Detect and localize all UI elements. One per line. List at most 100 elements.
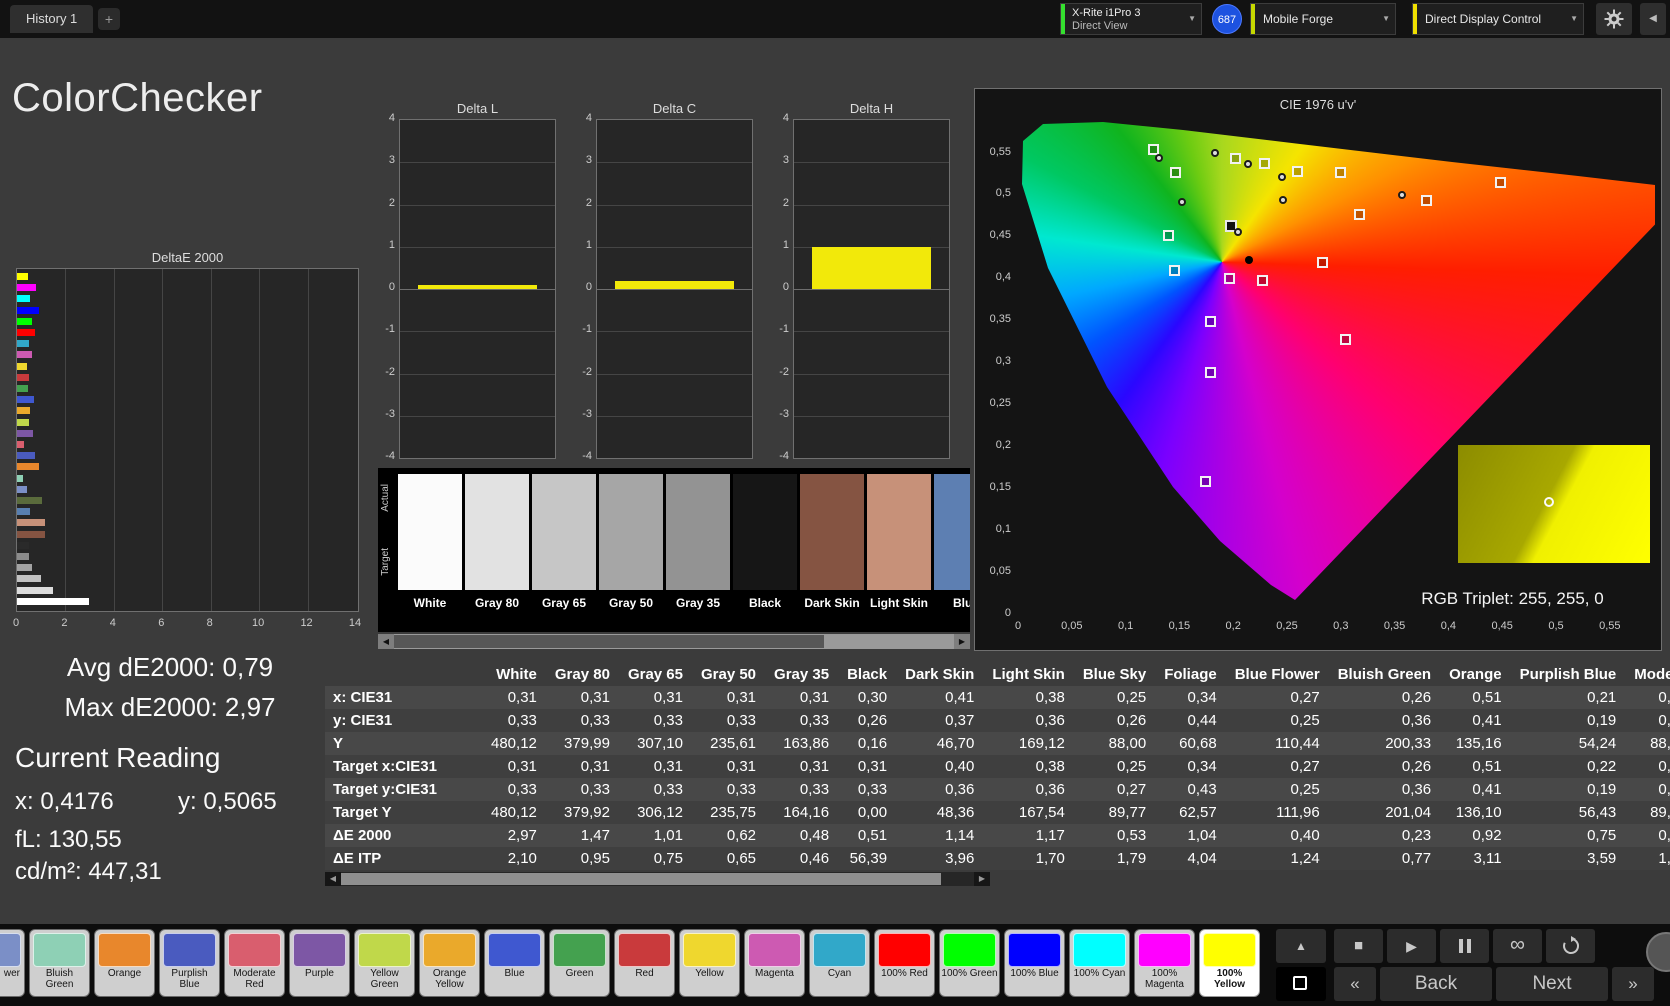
measurement-count-badge[interactable]: 687: [1212, 4, 1242, 34]
patch-tile-red[interactable]: Red: [614, 929, 675, 997]
table-cell: 0,31: [653, 689, 683, 706]
patch-tile-100-red[interactable]: 100% Red: [874, 929, 935, 997]
axis-tick-label: 0,3: [995, 355, 1011, 368]
cie-measured-marker: [1245, 256, 1253, 264]
scrollbar-thumb[interactable]: [341, 873, 941, 885]
patch-tile-green[interactable]: Green: [549, 929, 610, 997]
scrollbar-thumb[interactable]: [394, 635, 824, 648]
table-scrollbar[interactable]: ◀ ▶: [325, 872, 990, 886]
de2000-bar: [17, 564, 32, 572]
gridline: [113, 269, 115, 611]
table-cell: 0,19: [1587, 712, 1617, 729]
zero-line: [400, 289, 555, 290]
patch-tile-orange-yellow[interactable]: Orange Yellow: [419, 929, 480, 997]
scroll-left-button[interactable]: ◀: [325, 872, 341, 886]
table-cell: 0,31: [507, 758, 537, 775]
table-cell: 0,30: [1658, 827, 1670, 844]
cie-measured-marker: [1211, 149, 1219, 157]
table-column-header: Bluish Green: [1337, 665, 1432, 683]
patch-label: 100% Red: [881, 968, 928, 979]
next-button[interactable]: Next: [1496, 967, 1608, 1001]
patch-tile-100-green[interactable]: 100% Green: [939, 929, 1000, 997]
play-button[interactable]: ▶: [1387, 929, 1436, 963]
cie-xaxis: 0 0,05 0,1 0,15 0,2 0,25 0,3 0,35 0,4 0,45 0,5 0,55: [975, 620, 1661, 636]
axis-tick-label: 0,2: [995, 439, 1011, 452]
table-cell: 1,47: [580, 827, 610, 844]
refresh-button[interactable]: [1546, 929, 1595, 963]
axis-tick-label: 0,25: [1276, 620, 1298, 632]
table-row: x: CIE31 0,31 0,31 0,31 0,31 0,31 0,30 0,41 0,38…: [325, 686, 1670, 709]
axis-tick-label: 0,4: [1440, 620, 1457, 632]
table-column-header: White: [496, 665, 537, 683]
dial-button[interactable]: [1646, 932, 1670, 972]
swatch-scrollbar[interactable]: ◀ ▶: [378, 634, 970, 649]
stop-button[interactable]: ■: [1334, 929, 1383, 963]
collapse-panel-button[interactable]: ◀: [1640, 3, 1666, 35]
de2000-chart-title: DeltaE 2000: [151, 250, 224, 265]
add-tab-button[interactable]: +: [98, 8, 120, 30]
table-cell: 1,04: [1187, 827, 1217, 844]
table-cell: 2,10: [507, 850, 537, 867]
scroll-right-button[interactable]: ▶: [954, 634, 970, 649]
de2000-xaxis: 0 2 4 6 8 10 12 14: [13, 617, 361, 631]
rgb-triplet-label: RGB Triplet: 255, 255, 0: [1421, 589, 1604, 608]
patch-tile-100-cyan[interactable]: 100% Cyan: [1069, 929, 1130, 997]
patch-tile-yellow-green[interactable]: Yellow Green: [354, 929, 415, 997]
expand-patch-list-button[interactable]: ▲: [1276, 929, 1326, 963]
table-cell: 0,92: [1472, 827, 1502, 844]
scroll-left-button[interactable]: ◀: [378, 634, 394, 649]
table-cell: 0,51: [857, 827, 888, 844]
meter-selector[interactable]: X-Rite i1Pro 3 Direct View ▼: [1060, 3, 1202, 35]
window-pattern-button[interactable]: [1276, 967, 1326, 1001]
patch-tile-bluish-green[interactable]: Bluish Green: [29, 929, 90, 997]
chart-plot: [596, 119, 753, 459]
table-cell: 200,33: [1385, 735, 1432, 752]
delta-bar: [812, 246, 931, 289]
patch-tile-magenta[interactable]: Magenta: [744, 929, 805, 997]
chart-title: Delta L: [456, 101, 499, 116]
meter-mode: Direct View: [1072, 20, 1128, 32]
last-patch-button[interactable]: »: [1612, 967, 1654, 1001]
patch-tile-purplish-blue[interactable]: Purplish Blue: [159, 929, 220, 997]
settings-button[interactable]: [1596, 3, 1632, 35]
table-column-header: Black: [847, 665, 888, 683]
max-de2000-value: Max dE2000: 2,97: [64, 692, 276, 722]
patch-tile-blue[interactable]: Blue: [484, 929, 545, 997]
patch-tile-cyan[interactable]: Cyan: [809, 929, 870, 997]
table-column-header: Purplish Blue: [1519, 665, 1617, 683]
patch-tile-yellow[interactable]: Yellow: [679, 929, 740, 997]
patch-tile-100-blue[interactable]: 100% Blue: [1004, 929, 1065, 997]
table-cell: 0,33: [507, 781, 537, 798]
patch-tile-100-magenta[interactable]: 100% Magenta: [1134, 929, 1195, 997]
cie-measured-marker: [1155, 154, 1163, 162]
workflow-selector[interactable]: Direct Display Control ▼: [1412, 3, 1584, 35]
table-cell: 0,27: [1290, 689, 1320, 706]
patch-color: [1073, 933, 1126, 967]
patch-tile-wer[interactable]: wer: [0, 929, 25, 997]
table-cell: 0,25: [1290, 712, 1320, 729]
back-button[interactable]: Back: [1380, 967, 1492, 1001]
de2000-bar: [17, 407, 31, 415]
axis-tick-label: 3: [585, 154, 592, 167]
table-cell: 54,24: [1578, 735, 1617, 752]
de2000-bar: [17, 474, 23, 482]
table-cell: 0,26: [1401, 689, 1432, 706]
table-cell: 0,27: [1290, 758, 1320, 775]
table-cell: 0,36: [945, 781, 975, 798]
source-selector[interactable]: Mobile Forge ▼: [1250, 3, 1396, 35]
tab-history-1[interactable]: History 1: [10, 5, 94, 33]
patch-tile-orange[interactable]: Orange: [94, 929, 155, 997]
table-cell: 0,31: [653, 758, 683, 775]
first-patch-button[interactable]: «: [1334, 967, 1376, 1001]
patch-label: Purplish Blue: [171, 968, 208, 990]
patch-tile-moderate-red[interactable]: Moderate Red: [224, 929, 285, 997]
patch-tile-purple[interactable]: Purple: [289, 929, 350, 997]
pause-button[interactable]: [1440, 929, 1489, 963]
continuous-measure-button[interactable]: ∞: [1493, 929, 1542, 963]
delta-bar: [615, 281, 734, 289]
cie-target-marker: [1317, 257, 1328, 268]
table-cell: 0,75: [653, 850, 683, 867]
chevron-down-icon: ▼: [1382, 14, 1390, 23]
scroll-right-button[interactable]: ▶: [974, 872, 990, 886]
patch-tile-100-yellow[interactable]: 100% Yellow: [1199, 929, 1260, 997]
